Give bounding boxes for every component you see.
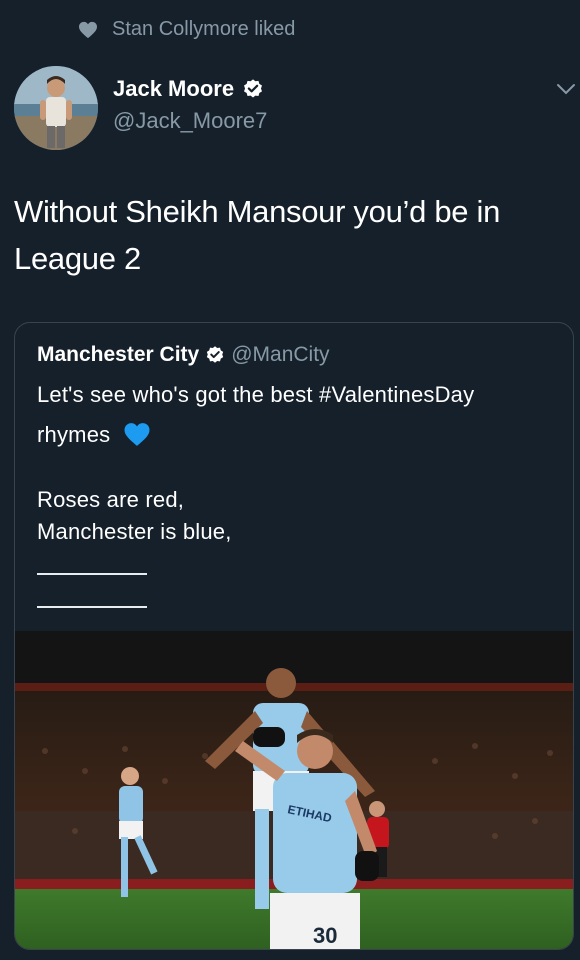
author-name[interactable]: Jack Moore (113, 76, 234, 102)
quoted-author-handle[interactable]: @ManCity (231, 343, 329, 367)
liked-banner[interactable]: Stan Collymore liked (78, 18, 295, 41)
quoted-author-name[interactable]: Manchester City (37, 343, 199, 367)
blue-heart-icon (124, 423, 150, 446)
quoted-tweet-header[interactable]: Manchester City @ManCity (37, 343, 330, 367)
verified-icon (244, 79, 263, 98)
author-name-row[interactable]: Jack Moore (113, 76, 264, 102)
blank-line (37, 573, 147, 575)
verified-icon (207, 346, 224, 363)
avatar-photo (14, 66, 98, 150)
quoted-tweet-card[interactable]: Manchester City @ManCity Let's see who's… (14, 322, 574, 950)
jersey-number: 30 (313, 923, 337, 948)
liked-banner-text: Stan Collymore liked (112, 18, 296, 40)
blank-line (37, 606, 147, 608)
quoted-text-rhymes: rhymes (37, 422, 111, 447)
chevron-down-icon[interactable] (556, 82, 576, 96)
tweet-text-line: League 2 (14, 241, 141, 276)
tweet-text-line: Without Sheikh Mansour you’d be in (14, 194, 501, 229)
heart-icon (79, 21, 97, 38)
avatar[interactable] (14, 66, 98, 150)
quoted-text-line: Manchester is blue, (37, 519, 232, 544)
match-photo[interactable]: ETIHAD 30 (15, 631, 574, 950)
author-handle[interactable]: @Jack_Moore7 (113, 108, 267, 134)
quoted-text-line-2: rhymes (37, 420, 151, 450)
quoted-text-line: Roses are red, (37, 487, 185, 512)
tweet-text: Without Sheikh Mansour you’d be in Leagu… (14, 188, 554, 282)
quoted-text-line: Let's see who's got the best #Valentines… (37, 382, 475, 407)
